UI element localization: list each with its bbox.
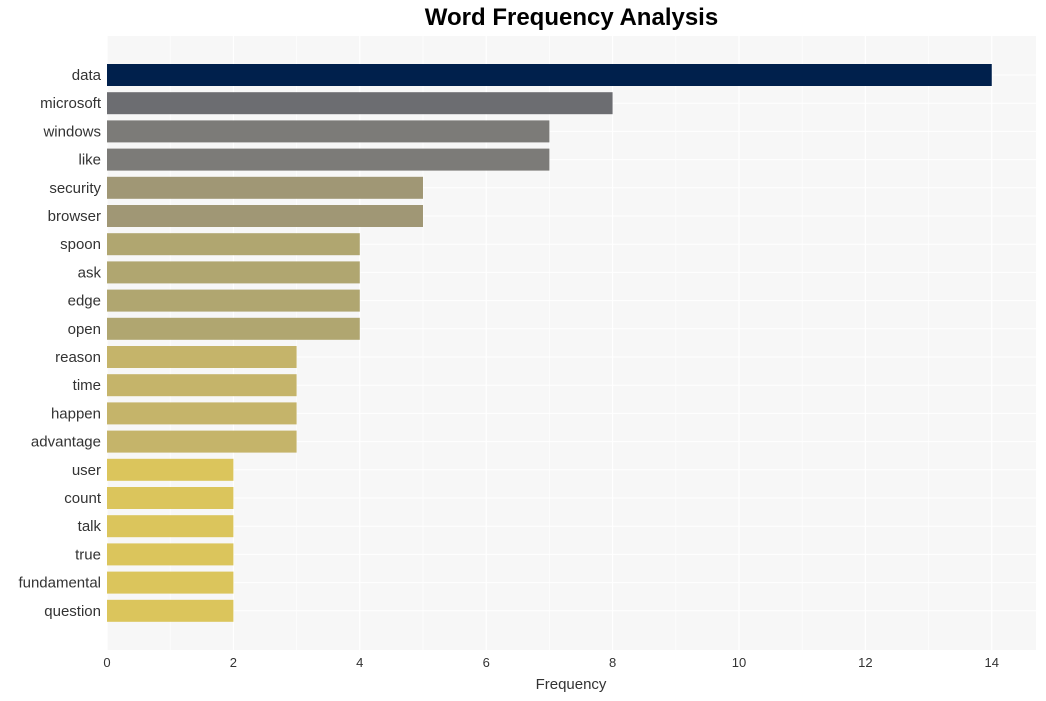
y-tick-label: reason: [55, 349, 101, 366]
x-axis-ticks: 0 2 4 6 8 10 12 14: [103, 655, 999, 670]
bar-open: [107, 317, 360, 340]
x-tick-label: 2: [230, 655, 237, 670]
y-axis-labels: data microsoft windows like security browser s…: [18, 67, 101, 620]
y-tick-label: data: [72, 67, 102, 84]
y-tick-label: microsoft: [40, 95, 102, 112]
bar-security: [107, 176, 423, 199]
y-tick-label: spoon: [60, 236, 101, 253]
bar-browser: [107, 205, 423, 227]
x-tick-label: 12: [858, 655, 872, 670]
y-tick-label: security: [49, 180, 101, 197]
y-tick-label: talk: [78, 518, 102, 535]
y-tick-label: ask: [78, 264, 102, 281]
x-tick-label: 4: [356, 655, 363, 670]
bar-happen: [107, 402, 297, 425]
x-tick-label: 8: [609, 655, 616, 670]
y-tick-label: question: [44, 603, 101, 620]
bar-time: [107, 374, 297, 397]
y-tick-label: time: [73, 377, 101, 394]
y-tick-label: count: [64, 490, 102, 507]
bar-user: [107, 458, 234, 481]
y-tick-label: fundamental: [18, 575, 101, 592]
x-tick-label: 10: [732, 655, 746, 670]
bar-question: [107, 599, 234, 622]
bar-talk: [107, 515, 234, 538]
bar-ask: [107, 261, 360, 284]
bar-count: [107, 487, 234, 509]
bar-windows: [107, 120, 550, 143]
bar-data: [107, 64, 992, 86]
bar-like: [107, 148, 550, 171]
bar-microsoft: [107, 92, 613, 115]
y-tick-label: advantage: [31, 434, 101, 451]
x-tick-label: 14: [985, 655, 999, 670]
y-tick-label: edge: [68, 293, 101, 310]
y-tick-label: user: [72, 462, 101, 479]
y-tick-label: like: [78, 152, 101, 169]
bar-spoon: [107, 233, 360, 256]
y-tick-label: windows: [42, 123, 101, 140]
bar-advantage: [107, 430, 297, 453]
bar-fundamental: [107, 571, 234, 594]
y-tick-label: true: [75, 546, 101, 563]
y-tick-label: open: [68, 321, 101, 338]
x-tick-label: 0: [103, 655, 110, 670]
x-axis-label: Frequency: [536, 676, 607, 693]
bar-chart: data microsoft windows like security browser s…: [18, 36, 1036, 693]
bar-true: [107, 543, 234, 566]
bar-edge: [107, 289, 360, 312]
bar-reason: [107, 346, 297, 368]
y-tick-label: happen: [51, 405, 101, 422]
x-tick-label: 6: [483, 655, 490, 670]
y-tick-label: browser: [48, 208, 101, 225]
